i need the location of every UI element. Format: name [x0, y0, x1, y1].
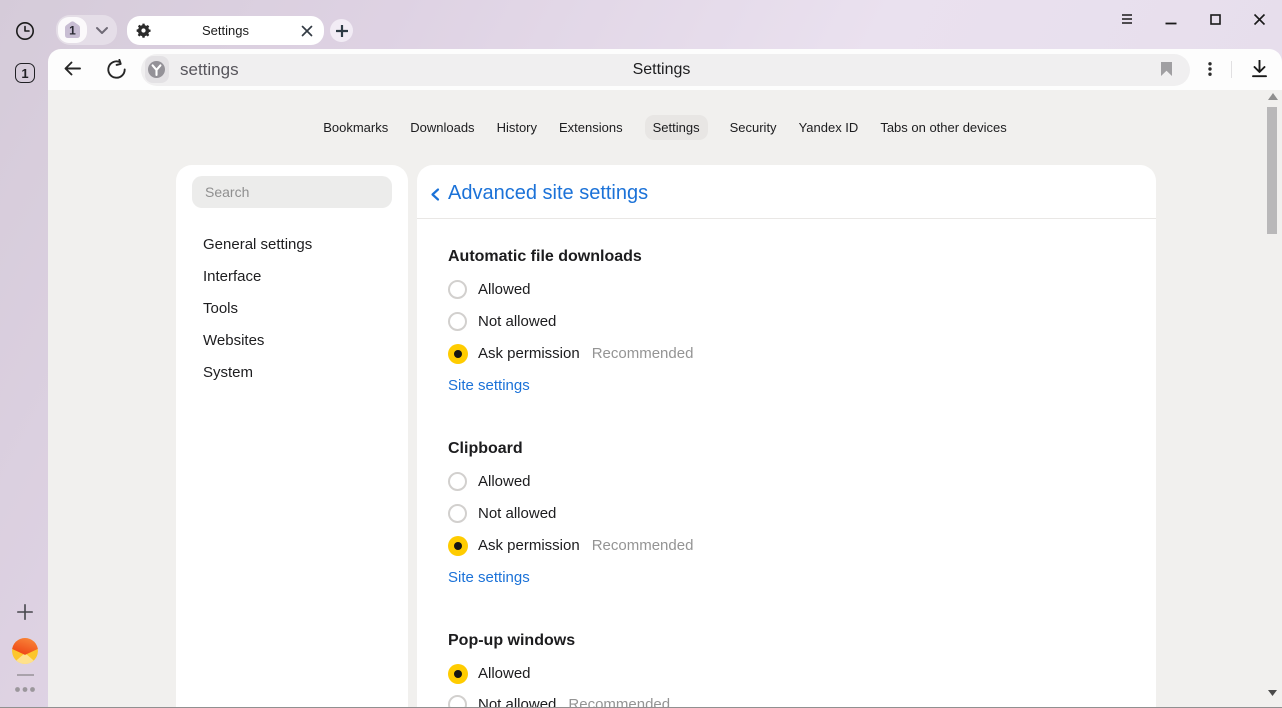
- svg-text:1: 1: [69, 24, 76, 38]
